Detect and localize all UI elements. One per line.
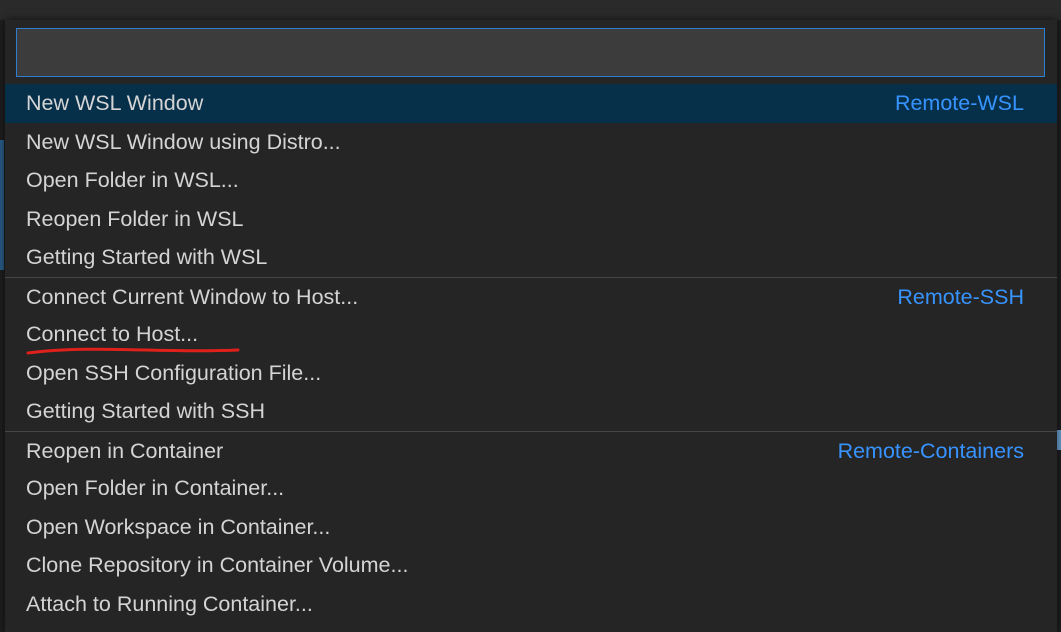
command-item-connect-current-window[interactable]: Connect Current Window to Host... Remote… bbox=[5, 276, 1057, 316]
command-label: Connect to Host... bbox=[26, 322, 199, 346]
command-item-new-wsl-window-distro[interactable]: New WSL Window using Distro... bbox=[5, 123, 1057, 162]
command-quick-pick: New WSL Window Remote-WSL New WSL Window… bbox=[5, 20, 1057, 632]
command-item-open-folder-container[interactable]: Open Folder in Container... bbox=[5, 469, 1057, 508]
command-item-open-workspace-container[interactable]: Open Workspace in Container... bbox=[5, 508, 1057, 547]
command-label: Open SSH Configuration File... bbox=[26, 360, 322, 385]
command-item-attach-running-container[interactable]: Attach to Running Container... bbox=[5, 585, 1057, 624]
command-item-clone-repo-container-volume[interactable]: Clone Repository in Container Volume... bbox=[5, 546, 1057, 585]
command-label: Open Workspace in Container... bbox=[26, 514, 331, 539]
quick-pick-input-wrap bbox=[5, 20, 1057, 84]
command-label: Reopen Folder in WSL bbox=[26, 206, 244, 231]
command-label: New WSL Window using Distro... bbox=[26, 129, 341, 154]
command-group-label: Remote-SSH bbox=[897, 284, 1024, 309]
command-label: Open Folder in WSL... bbox=[26, 168, 239, 192]
command-item-open-folder-wsl[interactable]: Open Folder in WSL... bbox=[5, 161, 1057, 200]
command-search-input[interactable] bbox=[16, 28, 1045, 77]
command-item-reopen-in-container[interactable]: Reopen in Container Remote-Containers bbox=[5, 430, 1057, 470]
command-item-connect-to-host[interactable]: Connect to Host... bbox=[5, 315, 1057, 355]
command-label: Reopen in Container bbox=[26, 438, 224, 463]
command-label: Getting Started with WSL bbox=[26, 245, 268, 269]
command-item-getting-started-ssh[interactable]: Getting Started with SSH bbox=[5, 392, 1057, 431]
command-label: Attach to Running Container... bbox=[26, 591, 313, 616]
command-label: Getting Started with SSH bbox=[26, 399, 265, 423]
background-edge-hint bbox=[0, 140, 4, 270]
command-group-label: Remote-WSL bbox=[894, 91, 1024, 115]
command-group-label: Remote-Containers bbox=[837, 438, 1024, 463]
command-item-getting-started-wsl[interactable]: Getting Started with WSL bbox=[5, 238, 1057, 277]
command-item-open-ssh-config[interactable]: Open SSH Configuration File... bbox=[5, 354, 1057, 393]
window-top-strip bbox=[0, 0, 1061, 20]
background-edge-hint bbox=[1057, 430, 1061, 450]
command-list: New WSL Window Remote-WSL New WSL Window… bbox=[5, 84, 1057, 623]
command-label: New WSL Window bbox=[26, 91, 204, 115]
command-label: Open Folder in Container... bbox=[26, 476, 285, 500]
command-item-reopen-folder-wsl[interactable]: Reopen Folder in WSL bbox=[5, 200, 1057, 239]
command-label: Connect Current Window to Host... bbox=[26, 284, 359, 309]
command-label: Clone Repository in Container Volume... bbox=[26, 553, 409, 577]
command-item-new-wsl-window[interactable]: New WSL Window Remote-WSL bbox=[5, 84, 1057, 123]
